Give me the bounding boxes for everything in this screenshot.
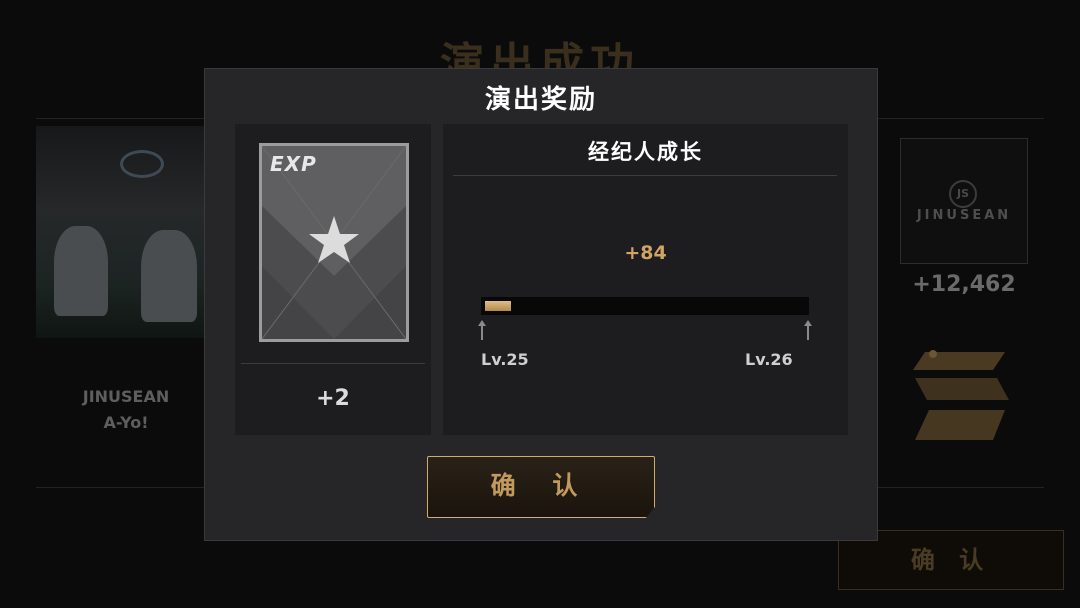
song-artist: JINUSEAN [82,387,170,406]
song-title: A-Yo! [103,413,149,432]
level-progress-fill [485,301,511,311]
cover-logo-icon [120,150,164,178]
performance-reward-dialog: 演出奖励 EXP +2 经纪人成长 +84 Lv.25 Lv.26 确 认 [204,68,878,541]
exp-gain-value: +84 [624,242,667,264]
divider [241,363,425,364]
reward-item-panel: EXP +2 [235,124,431,435]
dialog-title: 演出奖励 [484,85,597,115]
current-level-label: Lv.25 [481,350,529,369]
score-value: +12,462 [912,272,1016,297]
exp-label: EXP [270,152,317,176]
artist-logo-icon: JS [949,180,977,208]
manager-growth-title: 经纪人成长 [588,140,703,164]
exp-amount: +2 [316,386,350,411]
next-level-label: Lv.26 [745,350,793,369]
divider [453,175,837,176]
rank-s-icon [913,350,1009,440]
confirm-button[interactable]: 确 认 [427,456,655,518]
exp-card-icon: EXP [259,143,409,342]
manager-growth-panel: 经纪人成长 +84 Lv.25 Lv.26 [443,124,848,435]
artist-card-name: JINUSEAN [916,208,1012,223]
level-progress-bar [481,297,809,315]
song-cover-image [36,126,204,338]
level-marker-end-icon [804,320,812,340]
level-marker-start-icon [478,320,486,340]
song-info: JINUSEAN A-Yo! [36,384,216,436]
